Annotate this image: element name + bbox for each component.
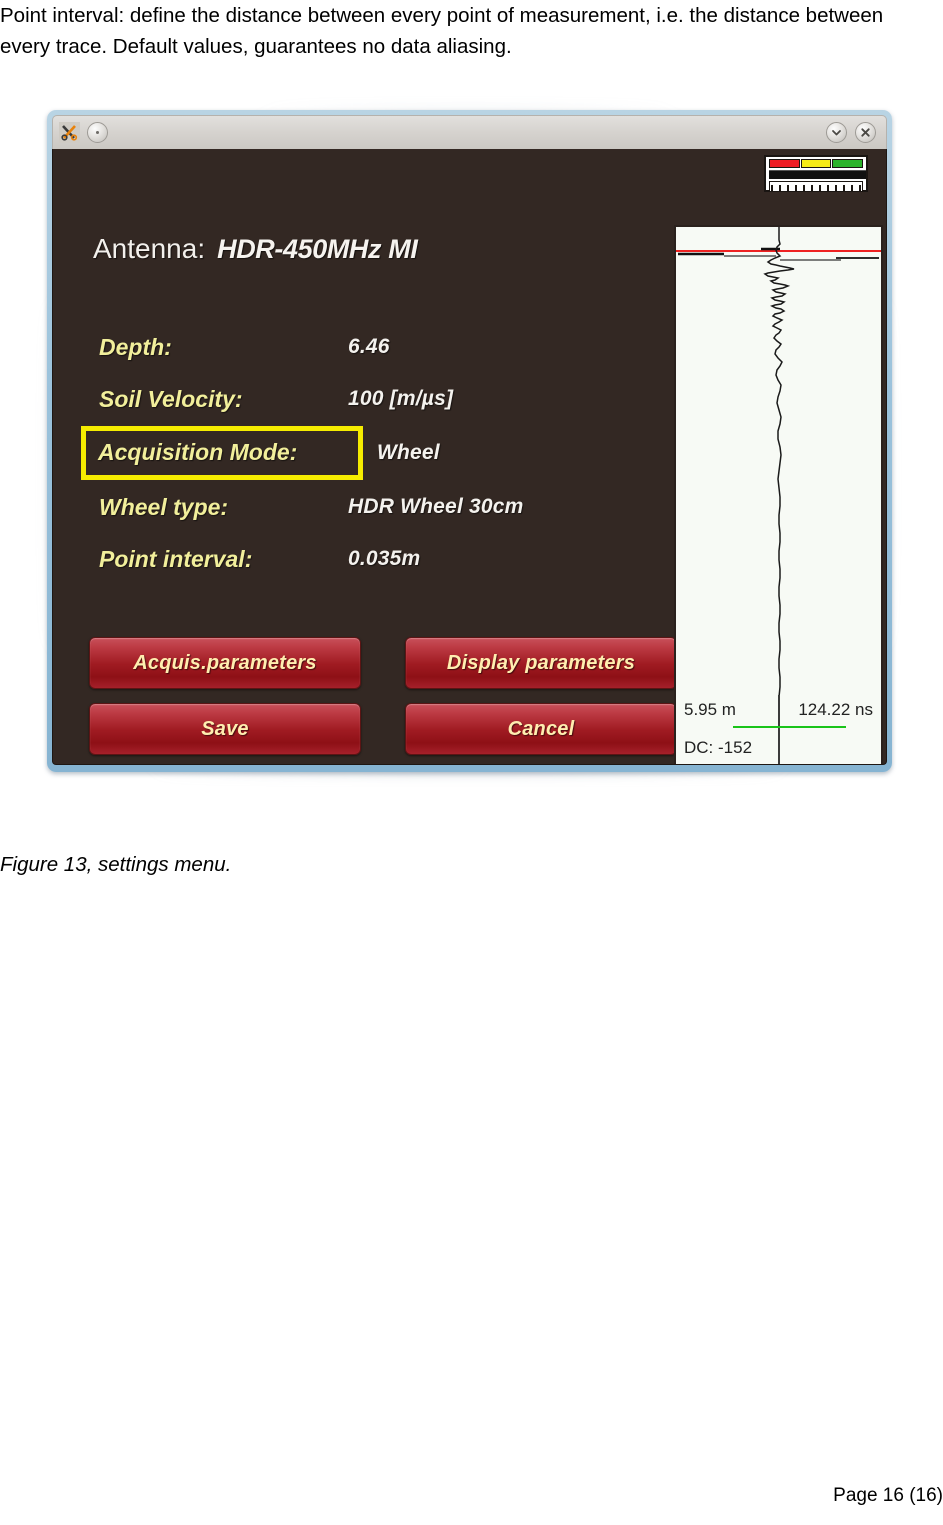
- close-icon[interactable]: [855, 122, 876, 143]
- ruler-tick: [803, 185, 805, 191]
- ruler-tick: [811, 185, 813, 191]
- ruler-tick: [843, 185, 845, 191]
- cancel-button[interactable]: Cancel: [405, 703, 677, 755]
- param-value-point-interval: 0.035m: [348, 547, 421, 570]
- signal-bar-red: [769, 159, 800, 168]
- ruler-tick: [787, 185, 789, 191]
- scope-distance-value: 5.95 m: [684, 700, 736, 719]
- signal-bar-yellow: [800, 159, 832, 168]
- param-row-soil-velocity[interactable]: Soil Velocity: 100 [m/µs]: [93, 373, 653, 425]
- ruler-tick: [859, 185, 861, 191]
- param-label-acquisition-mode: Acquisition Mode:: [81, 426, 363, 480]
- parameter-list: Depth: 6.46 Soil Velocity: 100 [m/µs] Ac…: [81, 321, 653, 585]
- param-row-wheel-type[interactable]: Wheel type: HDR Wheel 30cm: [93, 481, 653, 533]
- ruler-tick: [779, 185, 781, 191]
- scope-readout-primary: 5.95 m 124.22 ns: [676, 700, 881, 720]
- green-cursor-line: [733, 726, 846, 728]
- action-buttons: Acquis.parameters Display parameters Sav…: [89, 637, 677, 755]
- window-content: Antenna: HDR-450MHz MI Depth: 6.46 Soil …: [52, 149, 887, 765]
- page-footer: Page 16 (16): [833, 1485, 943, 1506]
- titlebar-left-controls: [59, 122, 108, 143]
- ascan-waveform-panel[interactable]: 5.95 m 124.22 ns DC: -152: [674, 225, 883, 764]
- ruler-tick: [819, 185, 821, 191]
- acquis-parameters-button[interactable]: Acquis.parameters: [89, 637, 361, 689]
- ruler-tick: [795, 185, 797, 191]
- param-label-soil-velocity: Soil Velocity:: [99, 385, 243, 412]
- param-label-depth: Depth:: [99, 333, 172, 360]
- ruler-tick: [851, 185, 853, 191]
- figure-caption: Figure 13, settings menu.: [0, 853, 232, 876]
- ruler-tick: [771, 185, 773, 191]
- body-paragraph: Point interval: define the distance betw…: [0, 4, 884, 58]
- param-value-acquisition-mode: Wheel: [377, 441, 440, 464]
- param-row-acquisition-mode[interactable]: Acquisition Mode: Wheel: [81, 425, 653, 481]
- scope-time-value: 124.22 ns: [798, 700, 873, 719]
- display-parameters-button[interactable]: Display parameters: [405, 637, 677, 689]
- signal-strength-indicator: [764, 155, 868, 192]
- param-row-depth[interactable]: Depth: 6.46: [93, 321, 653, 373]
- window-menu-button[interactable]: [87, 122, 108, 143]
- signal-level-bar: [769, 170, 866, 179]
- param-label-wheel-type: Wheel type:: [99, 493, 229, 520]
- ascan-trace: [676, 227, 881, 697]
- save-button[interactable]: Save: [89, 703, 361, 755]
- ruler-tick: [835, 185, 837, 191]
- window-titlebar: [52, 115, 887, 149]
- signal-bar-green: [832, 159, 864, 168]
- antenna-value: HDR-450MHz MI: [217, 234, 418, 264]
- titlebar-right-controls: [826, 122, 880, 143]
- antenna-row: Antenna: HDR-450MHz MI: [93, 233, 418, 265]
- scope-dc-value: DC: -152: [684, 738, 753, 757]
- signal-bars: [769, 159, 864, 168]
- chevron-down-icon[interactable]: [826, 122, 847, 143]
- scope-readout: 5.95 m 124.22 ns DC: -152: [676, 695, 881, 764]
- antenna-label: Antenna:: [93, 233, 206, 264]
- signal-ruler: [769, 181, 863, 192]
- param-label-point-interval: Point interval:: [99, 545, 253, 572]
- settings-window: Antenna: HDR-450MHz MI Depth: 6.46 Soil …: [47, 110, 892, 772]
- scissors-app-icon: [59, 122, 80, 143]
- param-value-soil-velocity: 100 [m/µs]: [348, 387, 454, 410]
- param-row-point-interval[interactable]: Point interval: 0.035m: [93, 533, 653, 585]
- param-value-wheel-type: HDR Wheel 30cm: [348, 495, 524, 518]
- ruler-tick: [827, 185, 829, 191]
- param-value-depth: 6.46: [348, 335, 390, 358]
